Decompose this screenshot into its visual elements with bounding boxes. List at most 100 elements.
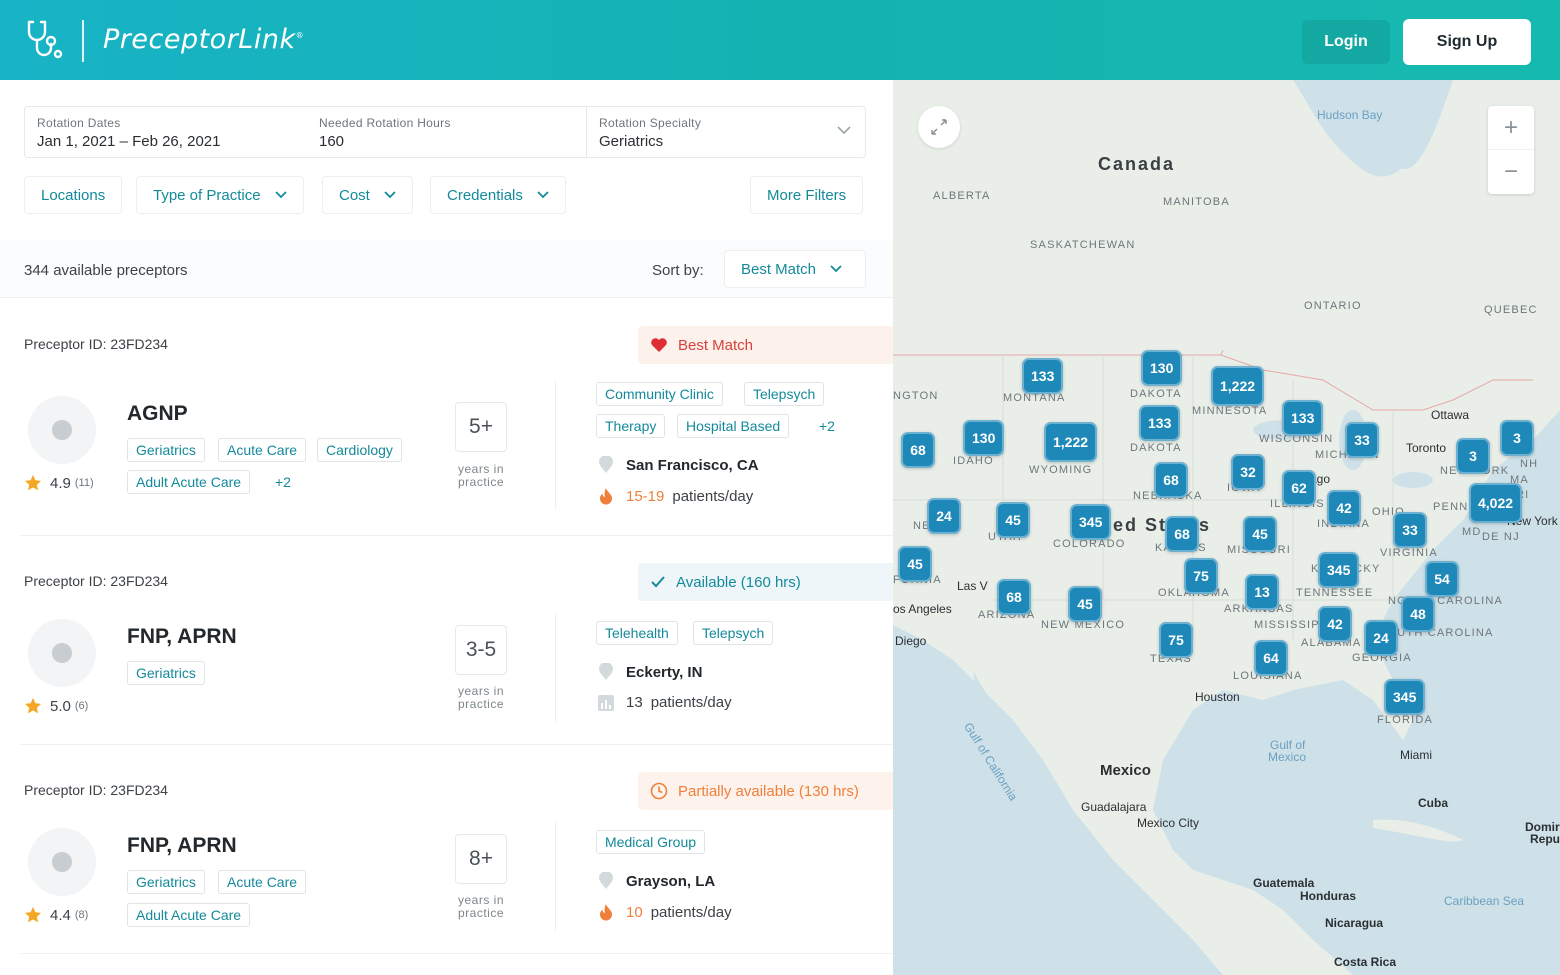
practice-type-tag: Hospital Based xyxy=(677,414,790,438)
map-cluster-pin[interactable]: 33 xyxy=(1345,422,1379,458)
login-button[interactable]: Login xyxy=(1302,20,1390,64)
map-cluster-pin[interactable]: 48 xyxy=(1401,596,1435,632)
rating-value: 5.0 xyxy=(50,697,71,715)
cost-filter-button[interactable]: Cost xyxy=(322,176,413,214)
rotation-hours-field[interactable]: Needed Rotation Hours 160 xyxy=(307,107,587,157)
patients-per-day: 13 patients/day xyxy=(598,694,732,711)
preceptor-card[interactable]: Preceptor ID: 23FD234 Best Match 4.9 (11)… xyxy=(0,300,893,536)
map-cluster-pin[interactable]: 75 xyxy=(1159,622,1193,658)
rotation-specialty-label: Rotation Specialty xyxy=(599,116,702,130)
preceptor-card[interactable]: Preceptor ID: 23FD234 Partially availabl… xyxy=(0,746,893,954)
locations-filter-button[interactable]: Locations xyxy=(24,176,123,214)
card-divider xyxy=(555,613,556,723)
map-cluster-pin[interactable]: 13 xyxy=(1245,574,1279,610)
rating-value: 4.9 xyxy=(50,474,71,492)
card-separator xyxy=(20,953,893,954)
brand-logo[interactable]: PreceptorLink® xyxy=(103,24,304,55)
map-cluster-pin[interactable]: 345 xyxy=(1070,504,1112,540)
map-cluster-pin[interactable]: 62 xyxy=(1282,470,1316,506)
map-cluster-pin[interactable]: 45 xyxy=(1243,516,1277,552)
more-tags-link[interactable]: +2 xyxy=(266,470,300,494)
map-cluster-pin[interactable]: 345 xyxy=(1384,679,1426,715)
map-label-ontario: ONTARIO xyxy=(1304,300,1362,312)
map-cluster-pin[interactable]: 45 xyxy=(898,546,932,582)
map-cluster-pin[interactable]: 3 xyxy=(1456,438,1490,474)
map-cluster-pin[interactable]: 1,222 xyxy=(1044,422,1098,462)
map-label-tennessee: TENNESSEE xyxy=(1296,587,1374,599)
preceptor-id: Preceptor ID: 23FD234 xyxy=(24,782,168,798)
map-cluster-pin[interactable]: 345 xyxy=(1318,552,1360,588)
sort-value: Best Match xyxy=(741,260,817,278)
map-cluster-pin[interactable]: 75 xyxy=(1184,558,1218,594)
map-cluster-pin[interactable]: 130 xyxy=(1141,350,1183,386)
rating: 4.9 (11) xyxy=(24,474,94,492)
credentials-filter-button[interactable]: Credentials xyxy=(430,176,566,214)
map-label-south-dakota: DAKOTA xyxy=(1130,442,1182,454)
map-cluster-pin[interactable]: 68 xyxy=(1165,516,1199,552)
zoom-out-button[interactable]: − xyxy=(1488,150,1534,194)
map-cluster-pin[interactable]: 24 xyxy=(927,498,961,534)
map-cluster-pin[interactable]: 24 xyxy=(1364,620,1398,656)
card-separator xyxy=(20,535,893,536)
rotation-specialty-select[interactable]: Rotation Specialty Geriatrics xyxy=(587,107,865,157)
map-label-idaho: IDAHO xyxy=(953,455,994,467)
map-view[interactable]: Hudson Bay Canada ALBERTA MANITOBA SASKA… xyxy=(893,80,1560,975)
chevron-down-icon xyxy=(274,191,287,199)
years-in-practice-value: 8+ xyxy=(455,834,507,884)
map-cluster-pin[interactable]: 33 xyxy=(1393,512,1427,548)
map-cluster-pin[interactable]: 64 xyxy=(1254,640,1288,676)
specialty-tag: Geriatrics xyxy=(127,870,205,894)
expand-map-button[interactable] xyxy=(918,106,960,148)
map-cluster-pin[interactable]: 54 xyxy=(1425,561,1459,597)
map-base xyxy=(893,80,1560,975)
practice-type-filter-button[interactable]: Type of Practice xyxy=(136,176,304,214)
map-cluster-pin[interactable]: 3 xyxy=(1500,420,1534,456)
map-label-ottawa: Ottawa xyxy=(1431,408,1470,422)
practice-type-tag: Medical Group xyxy=(596,830,706,854)
map-label-guadalajara: Guadalajara xyxy=(1081,800,1147,814)
map-cluster-pin[interactable]: 4,022 xyxy=(1469,483,1523,523)
zoom-in-button[interactable]: + xyxy=(1488,106,1534,150)
map-label-md: MD xyxy=(1462,526,1482,538)
rotation-dates-field[interactable]: Rotation Dates Jan 1, 2021 – Feb 26, 202… xyxy=(25,107,307,157)
map-cluster-pin[interactable]: 133 xyxy=(1022,358,1064,394)
search-bar: Rotation Dates Jan 1, 2021 – Feb 26, 202… xyxy=(24,106,866,158)
avatar xyxy=(28,619,96,687)
map-cluster-pin[interactable]: 68 xyxy=(1154,462,1188,498)
map-label-mexico: Mexico xyxy=(1100,762,1151,779)
more-filters-button[interactable]: More Filters xyxy=(750,176,864,214)
patients-per-day: 15-19 patients/day xyxy=(598,487,753,505)
map-label-hudson-bay: Hudson Bay xyxy=(1317,108,1383,122)
patients-unit: patients/day xyxy=(672,487,754,505)
clock-icon xyxy=(650,782,668,800)
map-cluster-pin[interactable]: 1,222 xyxy=(1211,366,1265,406)
map-cluster-pin[interactable]: 45 xyxy=(996,502,1030,538)
card-separator xyxy=(20,744,893,745)
practice-type-filter-label: Type of Practice xyxy=(153,186,261,204)
logo-divider xyxy=(82,20,84,62)
sort-select[interactable]: Best Match xyxy=(724,250,866,288)
years-in-practice-label: years in practice xyxy=(457,684,505,711)
specialty-tag: Acute Care xyxy=(218,870,307,894)
signup-button[interactable]: Sign Up xyxy=(1403,19,1531,65)
map-cluster-pin[interactable]: 68 xyxy=(997,579,1031,615)
map-pin-icon xyxy=(599,872,613,889)
rating: 5.0 (6) xyxy=(24,697,88,715)
more-practice-types-link[interactable]: +2 xyxy=(810,414,844,438)
specialty-tag: Geriatrics xyxy=(127,661,205,685)
map-cluster-pin[interactable]: 42 xyxy=(1327,490,1361,526)
map-cluster-pin[interactable]: 130 xyxy=(963,420,1005,456)
preceptor-card[interactable]: Preceptor ID: 23FD234 Available (160 hrs… xyxy=(0,537,893,745)
sort-label: Sort by: xyxy=(652,262,704,279)
preceptor-id: Preceptor ID: 23FD234 xyxy=(24,573,168,589)
map-cluster-pin[interactable]: 32 xyxy=(1231,454,1265,490)
location-text: Eckerty, IN xyxy=(626,663,703,681)
rotation-hours-value: 160 xyxy=(319,133,345,150)
map-cluster-pin[interactable]: 42 xyxy=(1318,606,1352,642)
map-cluster-pin[interactable]: 133 xyxy=(1139,405,1181,441)
map-label-canada: Canada xyxy=(1098,154,1176,174)
map-cluster-pin[interactable]: 45 xyxy=(1068,586,1102,622)
map-cluster-pin[interactable]: 68 xyxy=(901,432,935,468)
map-cluster-pin[interactable]: 133 xyxy=(1282,400,1324,436)
preceptor-id: Preceptor ID: 23FD234 xyxy=(24,336,168,352)
